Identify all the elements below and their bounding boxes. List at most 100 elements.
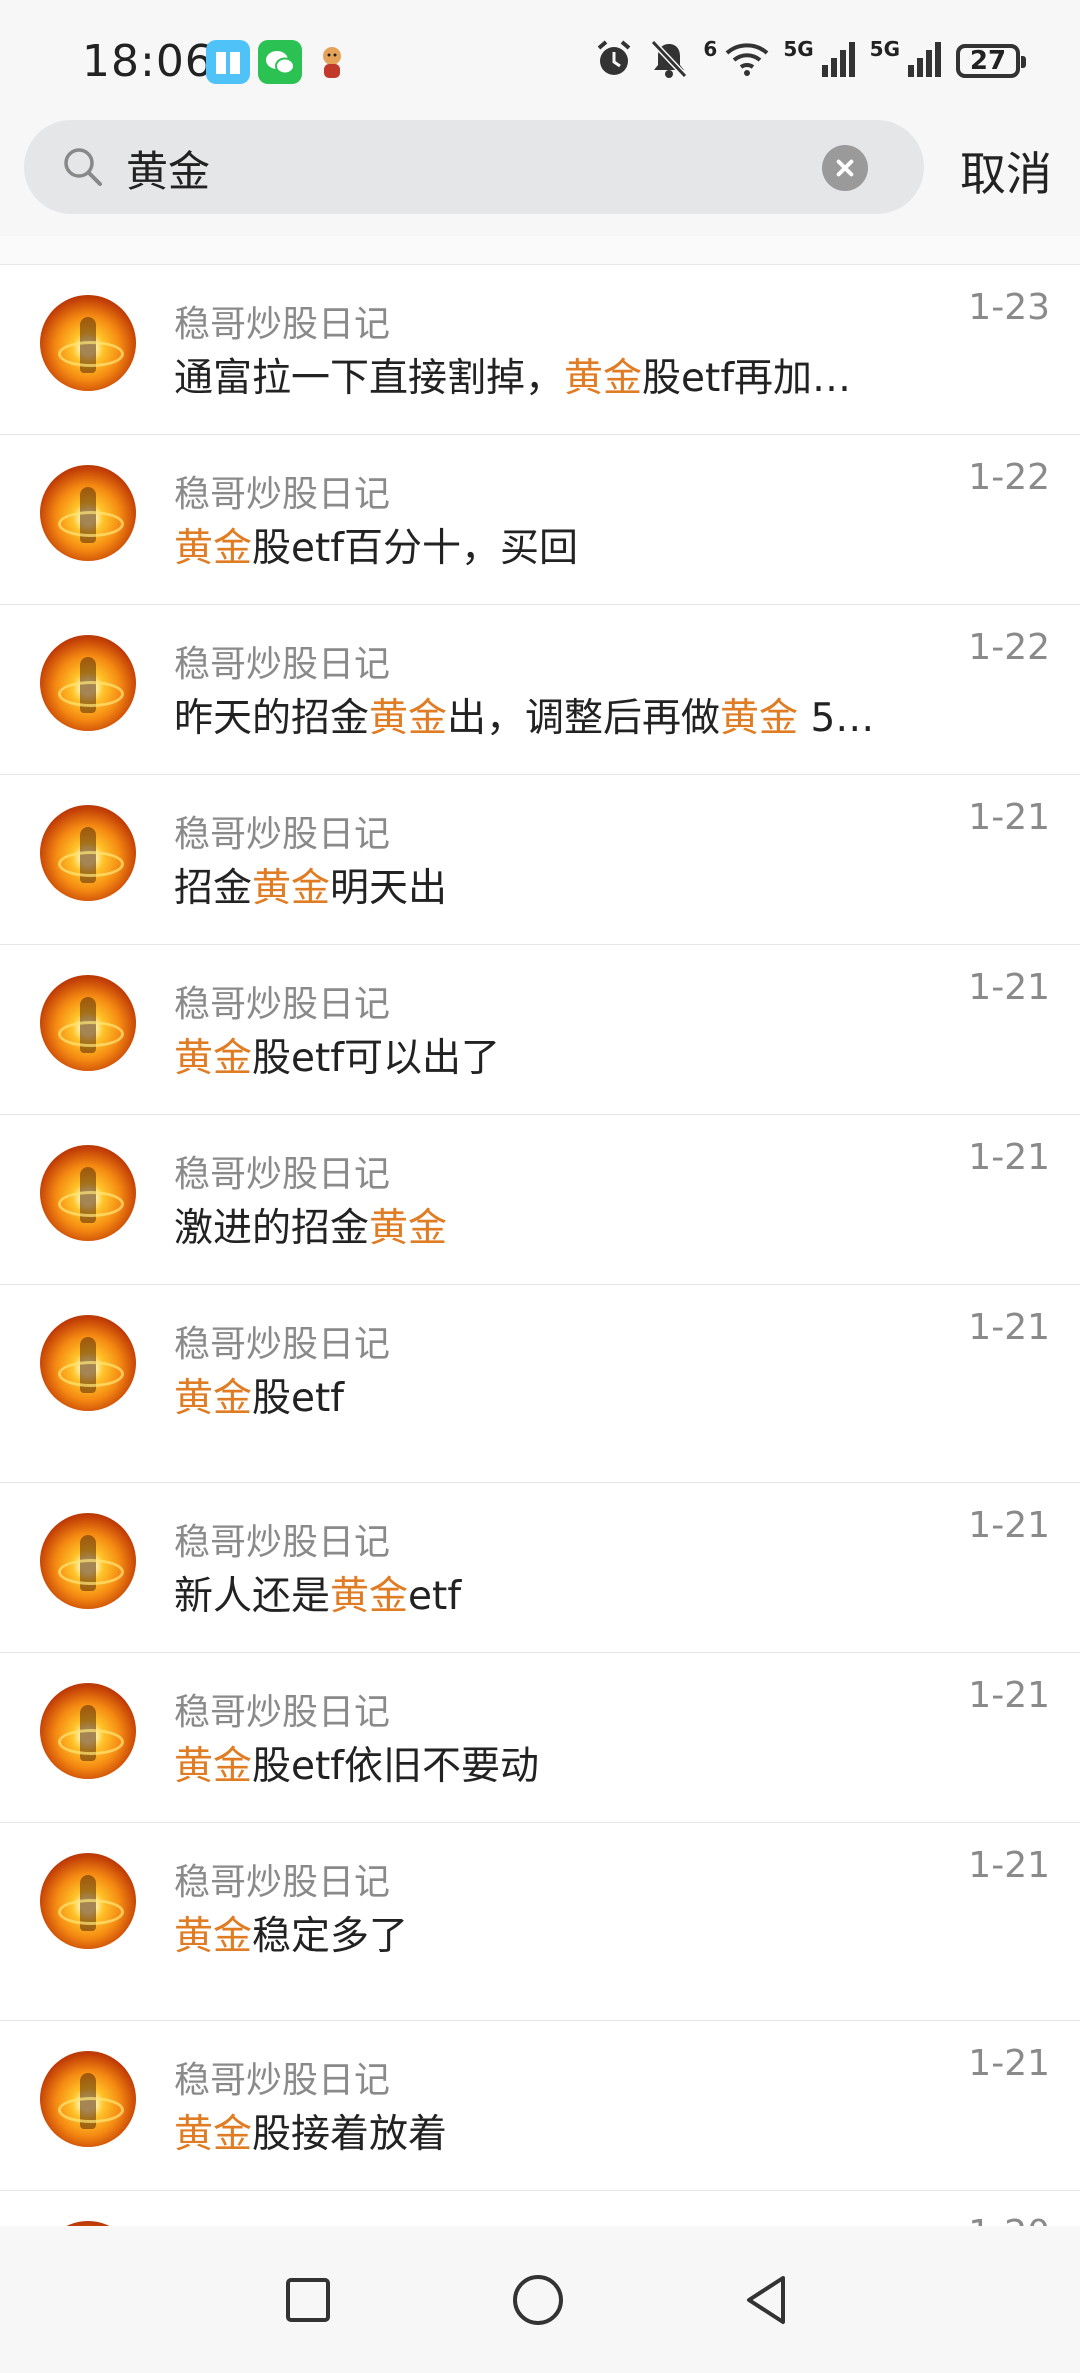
message-date: 1-22 (968, 627, 1050, 668)
message-snippet: 黄金股etf百分十，买回 (174, 517, 934, 573)
reading-app-icon (206, 40, 250, 84)
avatar (40, 975, 136, 1071)
message-snippet: 新人还是黄金etf (174, 1565, 934, 1621)
back-button[interactable] (716, 2250, 816, 2350)
list-item[interactable]: 稳哥炒股日记 1-22 黄金股etf百分十，买回 (0, 435, 1080, 605)
keyword-highlight: 黄金 (720, 696, 799, 741)
snippet-text: 出，调整后再做 (447, 696, 721, 741)
avatar (40, 1853, 136, 1949)
search-header: 黄金 取消 (0, 118, 1080, 236)
snippet-text: 招金 (174, 866, 253, 911)
alarm-icon (593, 38, 635, 84)
list-item[interactable]: 稳哥炒股日记 1-23 通富拉一下直接割掉，黄金股etf再加… (0, 265, 1080, 435)
list-item[interactable]: 稳哥炒股日记 1-22 昨天的招金黄金出，调整后再做黄金 5… (0, 605, 1080, 775)
message-date: 1-21 (968, 1137, 1050, 1178)
wifi-icon (725, 41, 769, 81)
avatar (40, 1145, 136, 1241)
message-date: 1-21 (968, 1307, 1050, 1348)
list-item[interactable]: 稳哥炒股日记 1-21 黄金稳定多了 (0, 1823, 1080, 2021)
search-input[interactable]: 黄金 (24, 120, 924, 214)
status-bar: 18:06 6 5G 5G 27 (0, 0, 1080, 118)
message-date: 1-21 (968, 967, 1050, 1008)
keyword-highlight: 黄金 (174, 1744, 253, 1789)
author-name: 稳哥炒股日记 (174, 1324, 391, 1365)
author-name: 稳哥炒股日记 (174, 1522, 391, 1563)
list-top-divider (0, 236, 1080, 265)
clear-search-icon[interactable] (822, 145, 868, 191)
avatar (40, 2051, 136, 2147)
snippet-text: 新人还是 (174, 1574, 331, 1619)
message-snippet: 黄金股etf依旧不要动 (174, 1735, 934, 1791)
list-item[interactable]: 稳哥炒股日记 1-21 新人还是黄金etf (0, 1483, 1080, 1653)
snippet-text: etf (408, 1574, 462, 1619)
author-name: 稳哥炒股日记 (174, 984, 391, 1025)
author-name: 稳哥炒股日记 (174, 2060, 391, 2101)
snippet-text: 明天出 (330, 866, 448, 911)
keyword-highlight: 黄金 (369, 1206, 448, 1251)
avatar (40, 1683, 136, 1779)
message-date: 1-21 (968, 1505, 1050, 1546)
keyword-highlight: 黄金 (564, 356, 643, 401)
message-snippet: 通富拉一下直接割掉，黄金股etf再加… (174, 347, 934, 403)
cancel-button[interactable]: 取消 (960, 138, 1052, 204)
list-item[interactable]: 稳哥炒股日记 1-21 招金黄金明天出 (0, 775, 1080, 945)
search-results-list[interactable]: 稳哥炒股日记 1-23 通富拉一下直接割掉，黄金股etf再加… 稳哥炒股日记 1-22 黄… (0, 236, 1080, 2226)
message-snippet: 招金黄金明天出 (174, 857, 934, 913)
avatar (40, 465, 136, 561)
mute-bell-icon (649, 38, 689, 84)
avatar (40, 1315, 136, 1411)
message-date: 1-21 (968, 1675, 1050, 1716)
message-date: 1-21 (968, 1845, 1050, 1886)
signal-icon (908, 41, 942, 81)
keyword-highlight: 黄金 (174, 1036, 253, 1081)
snippet-text: 5… (798, 696, 875, 741)
list-item[interactable]: 稳哥炒股日记1-20 (0, 2191, 1080, 2226)
system-navigation-bar (0, 2226, 1080, 2373)
snippet-text: 股etf (252, 1376, 345, 1421)
search-query[interactable]: 黄金 (126, 138, 210, 199)
message-date: 1-22 (968, 457, 1050, 498)
author-name: 稳哥炒股日记 (174, 1862, 391, 1903)
list-item[interactable]: 稳哥炒股日记 1-21 黄金股etf (0, 1285, 1080, 1483)
avatar (40, 635, 136, 731)
status-icons: 6 5G 5G 27 (593, 37, 1026, 84)
network-type-2: 5G (869, 37, 900, 61)
message-date: 1-21 (968, 797, 1050, 838)
signal-icon (821, 41, 856, 81)
wifi-badge: 6 (703, 37, 718, 61)
author-name: 稳哥炒股日记 (174, 814, 391, 855)
snippet-text: 稳定多了 (252, 1914, 409, 1959)
keyword-highlight: 黄金 (174, 2112, 253, 2157)
list-item[interactable]: 稳哥炒股日记 1-21 黄金股接着放着 (0, 2021, 1080, 2191)
avatar (40, 295, 136, 391)
avatar (40, 1513, 136, 1609)
list-item[interactable]: 稳哥炒股日记 1-21 黄金股etf可以出了 (0, 945, 1080, 1115)
avatar (40, 805, 136, 901)
clock: 18:06 (82, 36, 214, 87)
keyword-highlight: 黄金 (174, 1376, 253, 1421)
battery-icon: 27 (956, 44, 1026, 78)
message-snippet: 黄金稳定多了 (174, 1905, 934, 1961)
message-date: 1-20 (968, 2213, 1050, 2226)
mascot-icon (310, 40, 354, 84)
message-snippet: 黄金股etf可以出了 (174, 1027, 934, 1083)
wechat-icon (258, 40, 302, 84)
message-snippet: 黄金股etf (174, 1367, 934, 1423)
keyword-highlight: 黄金 (369, 696, 448, 741)
snippet-text: 昨天的招金 (174, 696, 370, 741)
list-item[interactable]: 稳哥炒股日记 1-21 黄金股etf依旧不要动 (0, 1653, 1080, 1823)
author-name: 稳哥炒股日记 (174, 304, 391, 345)
author-name: 稳哥炒股日记 (174, 1154, 391, 1195)
snippet-text: 通富拉一下直接割掉， (174, 356, 565, 401)
message-snippet: 激进的招金黄金 (174, 1197, 934, 1253)
snippet-text: 股etf可以出了 (252, 1036, 501, 1081)
message-snippet: 昨天的招金黄金出，调整后再做黄金 5… (174, 687, 934, 743)
home-button[interactable] (488, 2250, 588, 2350)
message-date: 1-21 (968, 2043, 1050, 2084)
recents-button[interactable] (258, 2250, 358, 2350)
list-item[interactable]: 稳哥炒股日记 1-21 激进的招金黄金 (0, 1115, 1080, 1285)
snippet-text: 股etf依旧不要动 (252, 1744, 540, 1789)
snippet-text: 激进的招金 (174, 1206, 370, 1251)
snippet-text: 股etf再加… (642, 356, 852, 401)
network-type-1: 5G (783, 37, 814, 61)
